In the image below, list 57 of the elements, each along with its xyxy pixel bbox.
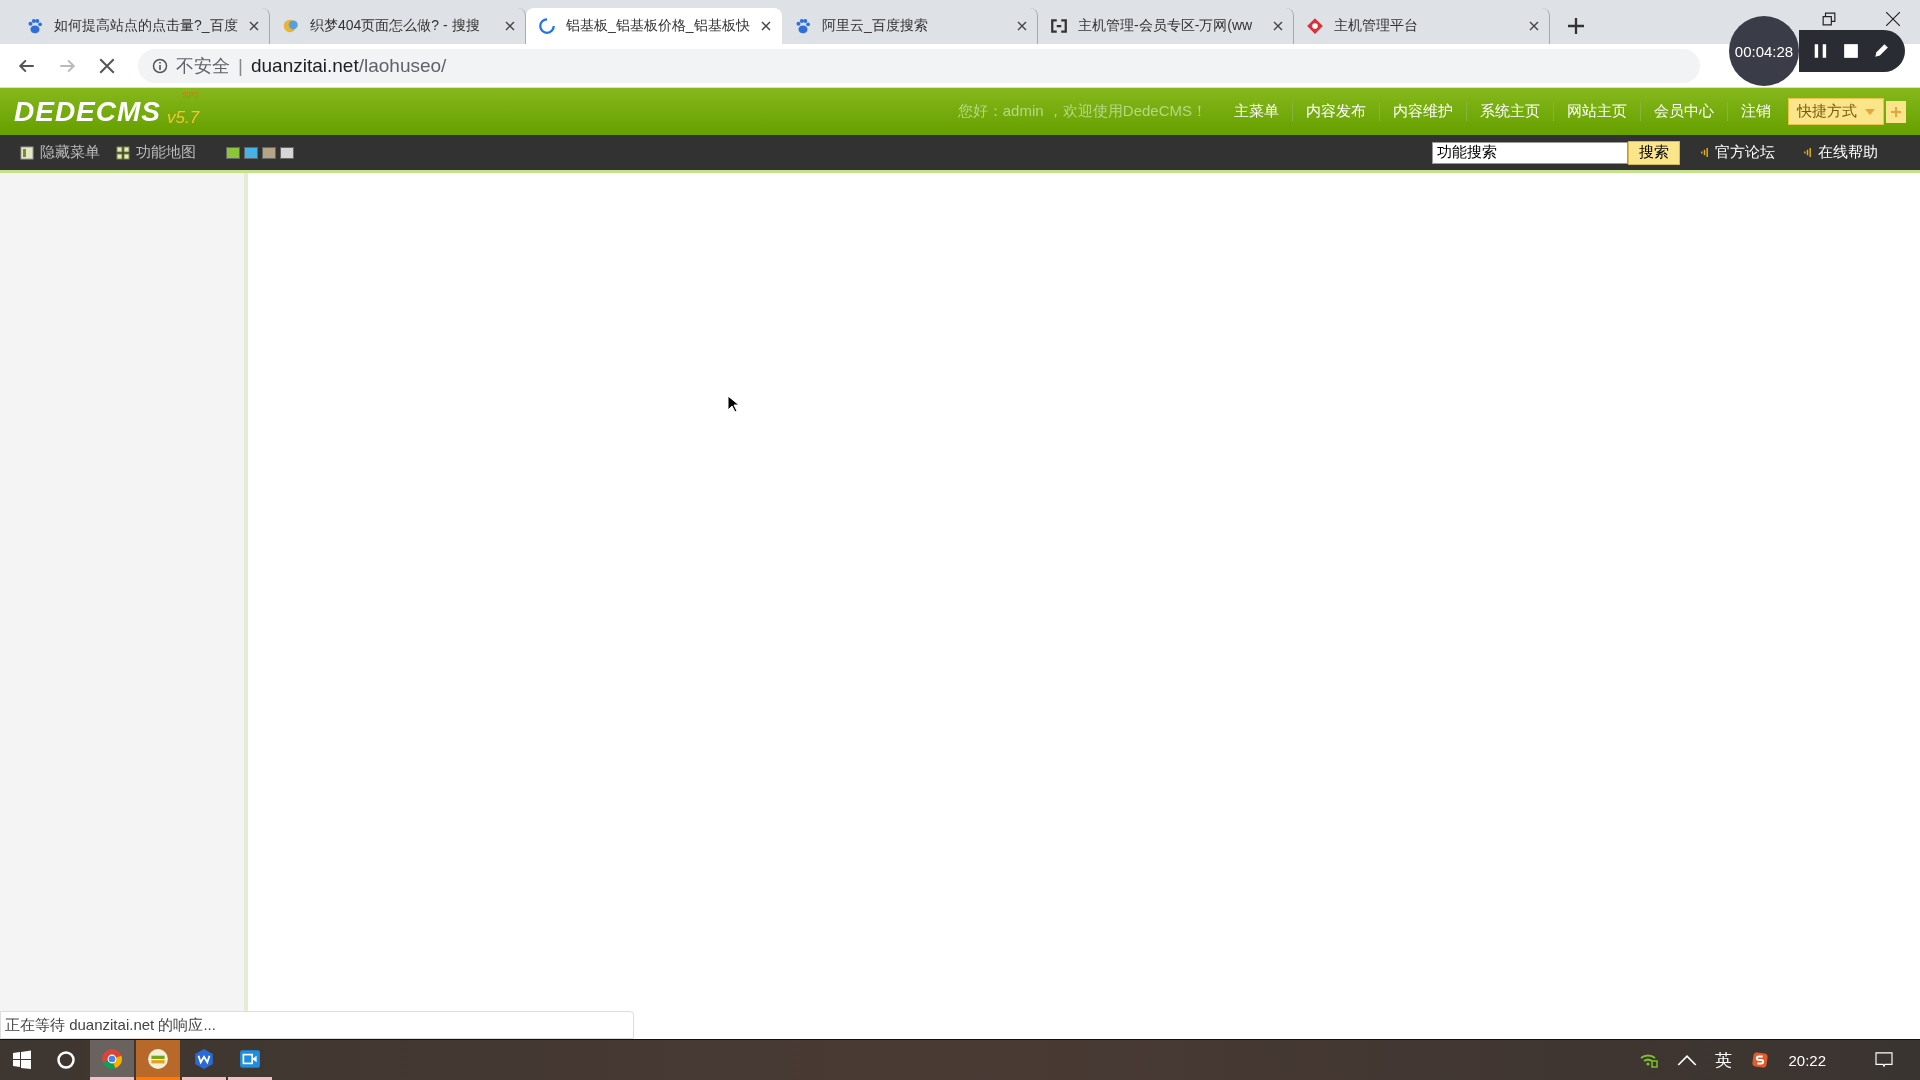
- security-label: 不安全: [176, 54, 230, 78]
- signal-icon: [1803, 147, 1812, 158]
- close-icon[interactable]: [249, 21, 259, 31]
- stop-icon[interactable]: [1843, 43, 1859, 59]
- windows-start-icon[interactable]: [12, 1050, 32, 1070]
- help-link[interactable]: 在线帮助: [1818, 143, 1878, 162]
- close-icon[interactable]: [1017, 21, 1027, 31]
- version-label: v5.7: [167, 107, 200, 128]
- site-map-link[interactable]: 功能地图: [136, 143, 196, 162]
- video-camera-icon: [239, 1047, 261, 1070]
- separator-mark: |: [238, 54, 243, 77]
- stop-icon[interactable]: [98, 56, 116, 75]
- tab-title: 如何提高站点的点击量?_百度: [54, 17, 239, 35]
- info-icon: [152, 57, 168, 74]
- tab-title: 主机管理-会员专区-万网(ww: [1078, 17, 1254, 35]
- close-icon[interactable]: [1529, 21, 1539, 31]
- skin-swatch[interactable]: [226, 146, 240, 159]
- skin-swatch[interactable]: [244, 146, 258, 159]
- url-text: duanzitai.net/laohuseo/: [250, 54, 447, 77]
- caret-icon: [1865, 108, 1875, 115]
- quick-menu-button[interactable]: 快捷方式: [1788, 98, 1884, 125]
- close-icon[interactable]: [761, 21, 771, 31]
- panel-icon: [20, 145, 34, 160]
- app-logo-icon: [147, 1047, 169, 1070]
- help-link[interactable]: 官方论坛: [1715, 143, 1775, 162]
- edition-label: SP2: [182, 89, 200, 100]
- skin-swatch[interactable]: [262, 146, 276, 159]
- tab-title: 织梦404页面怎么做? - 搜搜: [310, 17, 481, 35]
- browser-tab[interactable]: 铝基板_铝基板价格_铝基板快: [526, 8, 782, 44]
- grid-icon: [116, 145, 130, 160]
- input-language[interactable]: 英: [1715, 1048, 1733, 1072]
- clock[interactable]: 20:22: [1788, 1051, 1826, 1069]
- search-button[interactable]: 搜索: [1628, 140, 1680, 165]
- search-field[interactable]: 功能搜索: [1432, 141, 1628, 164]
- tab-title: 主机管理平台: [1334, 17, 1419, 35]
- signal-icon: [1700, 147, 1709, 158]
- tab-title: 铝基板_铝基板价格_铝基板快: [566, 17, 751, 35]
- close-icon[interactable]: [1886, 12, 1900, 26]
- hide-menu-link[interactable]: 隐藏菜单: [40, 143, 100, 162]
- close-icon[interactable]: [1273, 21, 1283, 31]
- close-icon[interactable]: [505, 21, 515, 31]
- wifi-icon[interactable]: [1639, 1052, 1660, 1068]
- new-tab-icon[interactable]: [1568, 18, 1584, 34]
- skin-swatch[interactable]: [280, 146, 294, 159]
- sogou-s-icon[interactable]: [1750, 1052, 1771, 1068]
- restore-icon[interactable]: [1822, 12, 1836, 26]
- search-circle-icon[interactable]: [56, 1050, 76, 1070]
- logo: DEDECMS: [14, 95, 161, 128]
- notification-icon[interactable]: [1874, 1052, 1894, 1068]
- pause-icon[interactable]: [1813, 43, 1829, 59]
- status-text: 正在等待 duanzitai.net 的响应...: [0, 1011, 634, 1039]
- chrome-ball-icon: [101, 1047, 123, 1070]
- address-field[interactable]: 不安全 | duanzitai.net/laohuseo/: [138, 48, 1700, 83]
- hexagon-w-icon: [193, 1047, 215, 1070]
- tab-title: 阿里云_百度搜索: [822, 17, 929, 35]
- greeting-text: 您好：admin ，欢迎使用DedeCMS！: [957, 102, 1207, 121]
- mouse-pointer-icon: [727, 395, 739, 413]
